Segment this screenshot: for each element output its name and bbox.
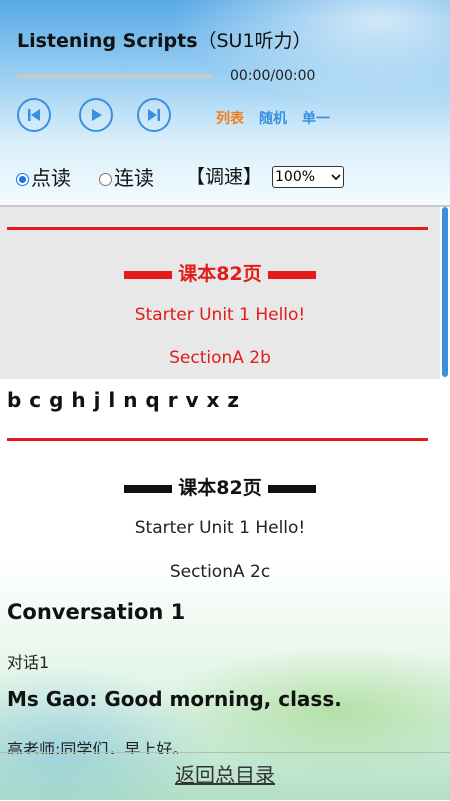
player-header: Listening Scripts（SU1听力） 00:00/00:00 列表 … bbox=[0, 0, 450, 205]
back-to-index-link[interactable]: 返回总目录 bbox=[175, 759, 275, 788]
dialogue-line-en[interactable]: Ms Gao: Good morning, class. bbox=[7, 687, 342, 711]
heading-bar-left bbox=[123, 270, 172, 279]
skip-previous-icon bbox=[28, 109, 40, 121]
title-main: Listening Scripts bbox=[17, 30, 198, 52]
speed-select[interactable]: 100% bbox=[272, 166, 344, 188]
page-title: Listening Scripts（SU1听力） bbox=[17, 26, 312, 53]
mode-list-button[interactable]: 列表 bbox=[216, 108, 244, 128]
unit-title: Starter Unit 1 Hello! bbox=[134, 305, 306, 325]
speed-label: 【调速】 bbox=[186, 166, 263, 188]
page-label: 课本82页 bbox=[178, 263, 262, 285]
unit-title: Starter Unit 1 Hello! bbox=[134, 518, 306, 538]
letters-line[interactable]: b c g h j l n q r v x z bbox=[7, 388, 240, 412]
footer: 返回总目录 bbox=[0, 752, 450, 801]
conversation-cn[interactable]: 对话1 bbox=[7, 649, 49, 673]
section-divider bbox=[7, 438, 428, 441]
heading-bar-right bbox=[268, 270, 317, 279]
radio-point-read-label: 点读 bbox=[31, 166, 71, 190]
previous-button[interactable] bbox=[17, 98, 51, 132]
mode-single-button[interactable]: 单一 bbox=[302, 108, 330, 128]
radio-continuous-read-label: 连读 bbox=[114, 166, 154, 190]
skip-next-icon bbox=[148, 109, 160, 121]
section-title: SectionA 2b bbox=[169, 348, 271, 368]
mode-random-button[interactable]: 随机 bbox=[259, 108, 287, 128]
section-title: SectionA 2c bbox=[169, 562, 271, 582]
radio-continuous-read[interactable]: 连读 bbox=[99, 162, 154, 191]
play-button[interactable] bbox=[79, 98, 113, 132]
radio-point-read[interactable]: 点读 bbox=[16, 162, 71, 191]
page-heading: 课本82页 bbox=[0, 259, 440, 286]
speed-value: 100% bbox=[275, 169, 316, 185]
radio-unchecked-icon[interactable] bbox=[99, 173, 112, 186]
heading-bar-left bbox=[123, 484, 172, 493]
conversation-title[interactable]: Conversation 1 bbox=[7, 600, 185, 624]
script-content[interactable]: 课本82页 Starter Unit 1 Hello! SectionA 2b … bbox=[0, 205, 450, 754]
progress-bar[interactable] bbox=[17, 74, 212, 78]
section-divider bbox=[7, 227, 428, 230]
scrollbar[interactable] bbox=[442, 207, 448, 377]
play-icon bbox=[92, 109, 102, 121]
page-heading: 课本82页 bbox=[0, 473, 440, 500]
title-sub: （SU1听力） bbox=[197, 30, 312, 52]
chevron-down-icon bbox=[331, 174, 341, 181]
page-label: 课本82页 bbox=[178, 477, 262, 499]
radio-checked-icon[interactable] bbox=[16, 173, 29, 186]
time-display: 00:00/00:00 bbox=[230, 68, 316, 84]
next-button[interactable] bbox=[137, 98, 171, 132]
heading-bar-right bbox=[268, 484, 317, 493]
